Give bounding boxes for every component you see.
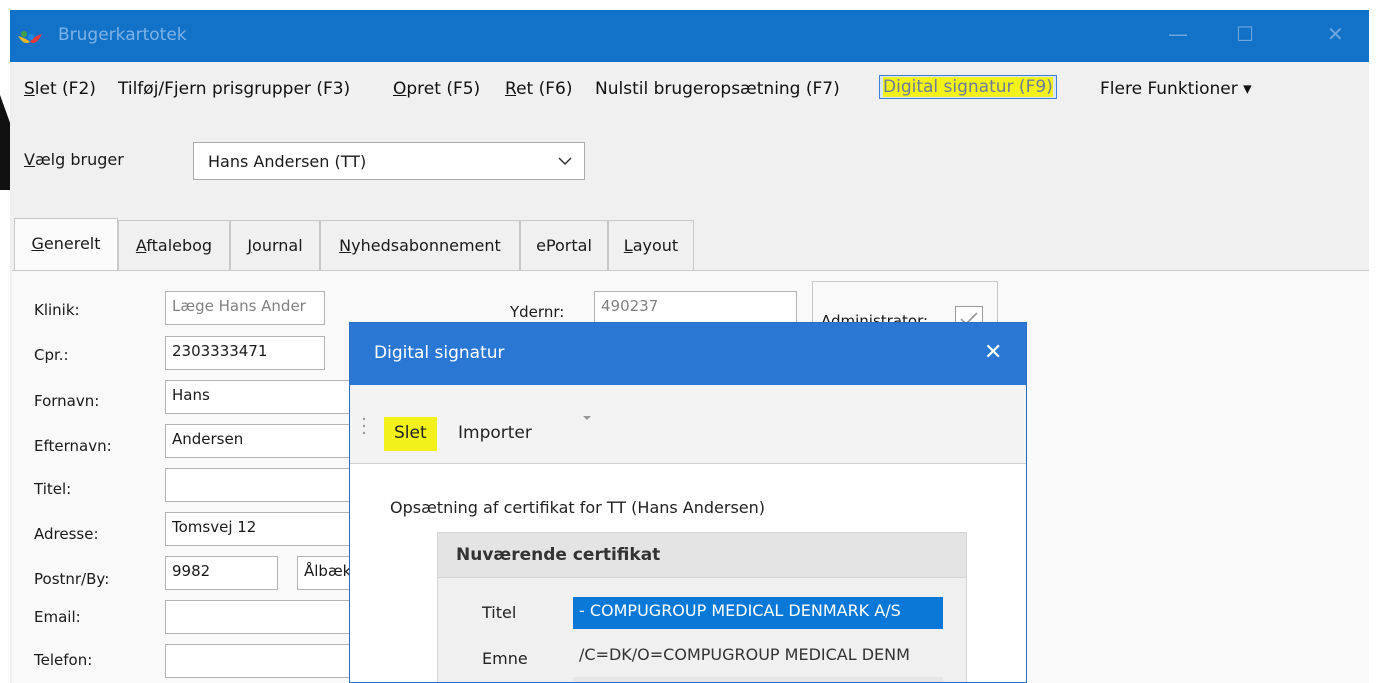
maximize-button[interactable]: ☐ bbox=[1236, 22, 1254, 46]
fornavn-label: Fornavn: bbox=[34, 392, 100, 410]
tab-generelt[interactable]: Generelt bbox=[14, 218, 118, 270]
telefon-field[interactable] bbox=[165, 644, 365, 678]
minimize-button[interactable]: — bbox=[1168, 22, 1188, 46]
efternavn-field[interactable]: Andersen bbox=[165, 424, 365, 458]
fornavn-field[interactable]: Hans bbox=[165, 380, 365, 414]
cert-emne-label: Emne bbox=[482, 649, 528, 668]
tab-journal[interactable]: Journal bbox=[230, 220, 320, 270]
titel-field[interactable] bbox=[165, 468, 365, 502]
ydernr-label: Ydernr: bbox=[510, 303, 565, 321]
tab-nyhedsabonnement[interactable]: Nyhedsabonnement bbox=[320, 220, 520, 270]
cert-header: Nuværende certifikat bbox=[456, 545, 661, 565]
close-button[interactable]: ✕ bbox=[1327, 22, 1344, 46]
efternavn-label: Efternavn: bbox=[34, 437, 112, 455]
klinik-field[interactable]: Læge Hans Ander bbox=[165, 291, 325, 325]
toolbar-overflow-icon[interactable] bbox=[582, 415, 592, 421]
titel-label: Titel: bbox=[34, 480, 72, 498]
tab-aftalebog[interactable]: Aftalebog bbox=[118, 220, 230, 270]
email-label: Email: bbox=[34, 608, 81, 626]
cert-header-bar: Nuværende certifikat bbox=[438, 533, 966, 578]
telefon-label: Telefon: bbox=[34, 651, 93, 669]
tab-layout[interactable]: Layout bbox=[608, 220, 694, 270]
menu-ret[interactable]: Ret (F6) bbox=[505, 79, 572, 99]
menu-bar: Slet (F2) Tilføj/Fjern prisgrupper (F3) … bbox=[10, 62, 1369, 114]
menu-opret[interactable]: Opret (F5) bbox=[393, 79, 480, 99]
cpr-label: Cpr.: bbox=[34, 346, 69, 364]
chevron-down-icon bbox=[558, 157, 572, 166]
importer-button[interactable]: Importer bbox=[458, 423, 532, 443]
menu-nulstil[interactable]: Nulstil brugeropsætning (F7) bbox=[595, 79, 840, 99]
dropdown-caret-icon: ▾ bbox=[1243, 79, 1252, 99]
title-bar[interactable]: Brugerkartotek — ☐ ✕ bbox=[10, 10, 1369, 62]
dialog-title-bar[interactable]: Digital signatur ✕ bbox=[350, 323, 1026, 385]
cert-next-row bbox=[573, 677, 943, 682]
postnr-field[interactable]: 9982 bbox=[165, 556, 278, 590]
ydernr-field[interactable]: 490237 bbox=[594, 291, 797, 325]
adresse-label: Adresse: bbox=[34, 525, 99, 543]
dialog-toolbar: Slet Importer bbox=[350, 385, 1026, 464]
cpr-field[interactable]: 2303333471 bbox=[165, 336, 325, 370]
klinik-label: Klinik: bbox=[34, 301, 80, 319]
menu-digital-signatur[interactable]: Digital signatur (F9) bbox=[879, 75, 1057, 99]
user-select[interactable]: Hans Andersen (TT) bbox=[193, 142, 585, 180]
slet-button[interactable]: Slet bbox=[384, 417, 437, 451]
tab-eportal[interactable]: ePortal bbox=[520, 220, 608, 270]
app-logo-icon bbox=[18, 31, 42, 44]
dialog-close-button[interactable]: ✕ bbox=[984, 340, 1002, 365]
toolbar-grip-icon bbox=[362, 417, 366, 435]
cert-titel-label: Titel bbox=[482, 603, 517, 622]
digital-signatur-dialog: Digital signatur ✕ Slet Importer Opsætni… bbox=[349, 322, 1027, 683]
cert-titel-value[interactable]: - COMPUGROUP MEDICAL DENMARK A/S bbox=[573, 597, 943, 629]
current-certificate-group: Nuværende certifikat Titel - COMPUGROUP … bbox=[437, 532, 967, 682]
user-select-label: Vælg bruger bbox=[24, 150, 124, 169]
postnr-label: Postnr/By: bbox=[34, 570, 110, 588]
email-field[interactable] bbox=[165, 600, 365, 634]
adresse-field[interactable]: Tomsvej 12 bbox=[165, 512, 365, 546]
window-title: Brugerkartotek bbox=[58, 25, 187, 45]
dialog-title: Digital signatur bbox=[374, 343, 505, 363]
cert-description: Opsætning af certifikat for TT (Hans And… bbox=[390, 498, 766, 517]
user-select-value: Hans Andersen (TT) bbox=[208, 152, 367, 171]
menu-prisgrupper[interactable]: Tilføj/Fjern prisgrupper (F3) bbox=[118, 79, 350, 99]
cert-emne-value[interactable]: /C=DK/O=COMPUGROUP MEDICAL DENM bbox=[573, 641, 943, 673]
menu-slet[interactable]: Slet (F2) bbox=[24, 79, 96, 99]
menu-flere-funktioner[interactable]: Flere Funktioner ▾ bbox=[1100, 79, 1252, 99]
